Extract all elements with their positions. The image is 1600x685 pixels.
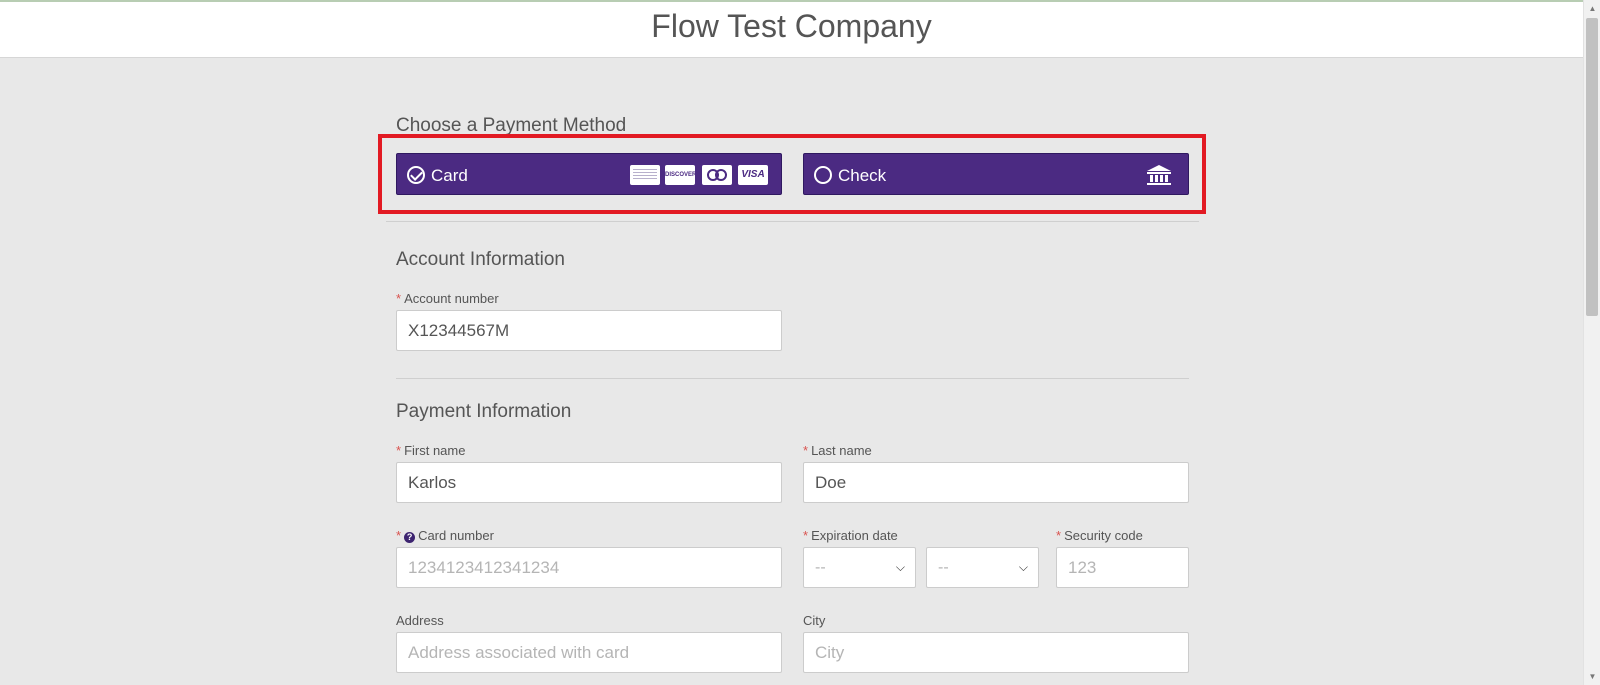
radio-unchecked-icon	[814, 166, 832, 184]
card-number-label: *? Card number	[396, 528, 494, 543]
card-number-input[interactable]	[396, 547, 782, 588]
expiration-month-select[interactable]: -- ⌵	[803, 547, 916, 588]
account-number-input[interactable]	[396, 310, 782, 351]
company-title: Flow Test Company	[651, 8, 932, 44]
scroll-thumb[interactable]	[1586, 18, 1598, 316]
required-marker: *	[1056, 528, 1062, 543]
security-code-input[interactable]	[1056, 547, 1189, 588]
expiration-date-label: * Expiration date	[803, 528, 898, 543]
chevron-down-icon: ⌵	[1018, 560, 1028, 574]
account-info-title: Account Information	[396, 249, 565, 270]
bank-icon	[1147, 165, 1171, 185]
card-option-label: Card	[431, 166, 468, 185]
visa-icon: VISA	[738, 165, 768, 185]
section-divider	[396, 378, 1189, 379]
payment-info-title: Payment Information	[396, 401, 572, 422]
amex-icon	[630, 165, 660, 185]
help-icon[interactable]: ?	[404, 532, 416, 543]
scrollbar[interactable]: ▲ ▼	[1583, 0, 1600, 685]
expiration-year-select[interactable]: -- ⌵	[926, 547, 1039, 588]
address-label: Address	[396, 613, 444, 628]
city-label: City	[803, 613, 826, 628]
last-name-label: * Last name	[803, 443, 872, 458]
check-circle-icon	[407, 166, 425, 184]
scroll-down-icon[interactable]: ▼	[1584, 668, 1600, 685]
page-header: Flow Test Company	[0, 2, 1583, 58]
city-input[interactable]	[803, 632, 1189, 673]
check-option-label: Check	[838, 166, 887, 185]
required-marker: *	[803, 528, 809, 543]
last-name-input[interactable]	[803, 462, 1189, 503]
section-divider	[386, 221, 1199, 222]
discover-icon: DISCOVER	[665, 165, 695, 185]
security-code-label: * Security code	[1056, 528, 1143, 543]
card-option-button[interactable]: Card DISCOVER VISA	[396, 153, 782, 195]
first-name-label: * First name	[396, 443, 466, 458]
required-marker: *	[396, 443, 402, 458]
account-number-label: * Account number	[396, 291, 499, 306]
mastercard-icon	[702, 165, 732, 185]
first-name-input[interactable]	[396, 462, 782, 503]
scroll-up-icon[interactable]: ▲	[1584, 0, 1600, 17]
chevron-down-icon: ⌵	[895, 560, 905, 574]
required-marker: *	[396, 528, 402, 543]
check-option-button[interactable]: Check	[803, 153, 1189, 195]
address-input[interactable]	[396, 632, 782, 673]
required-marker: *	[803, 443, 809, 458]
required-marker: *	[396, 291, 402, 306]
